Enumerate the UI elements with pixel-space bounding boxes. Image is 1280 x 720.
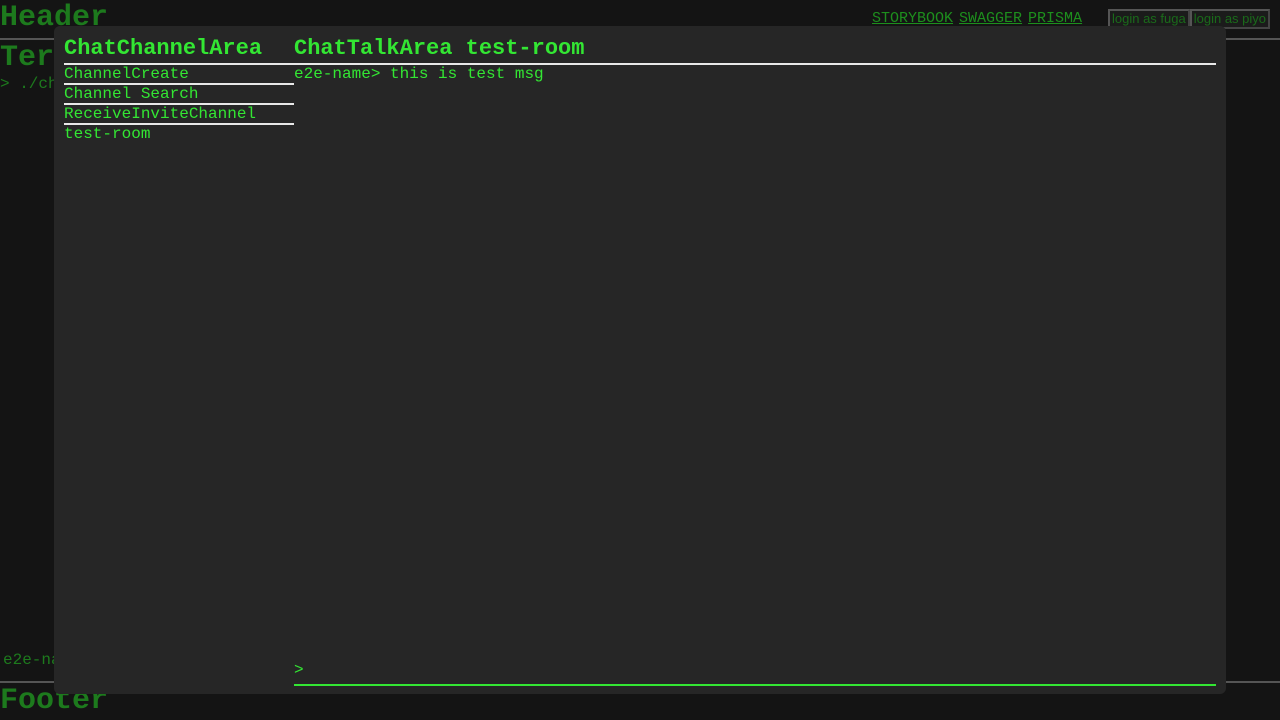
channel-area-title: ChatChannelArea (64, 36, 263, 61)
receive-invite-channel-item[interactable]: ReceiveInviteChannel (64, 105, 294, 125)
prisma-link[interactable]: PRISMA (1028, 10, 1082, 27)
top-links: STORYBOOK SWAGGER PRISMA (872, 10, 1082, 27)
chat-input-row: > (294, 656, 1216, 686)
chat-message: e2e-name> this is test msg (294, 65, 544, 83)
chat-message-input[interactable] (303, 660, 1216, 680)
channel-search-item[interactable]: Channel Search (64, 85, 294, 105)
talk-area-title: ChatTalkArea test-room (294, 36, 585, 61)
chat-talk-area: ChatTalkArea test-room e2e-name> this is… (294, 36, 1216, 686)
chat-modal: ChatChannelArea ChannelCreate Channel Se… (54, 26, 1226, 694)
chat-channel-area: ChatChannelArea ChannelCreate Channel Se… (64, 36, 294, 686)
channel-create-item[interactable]: ChannelCreate (64, 65, 294, 85)
channel-item-test-room[interactable]: test-room (64, 125, 294, 143)
swagger-link[interactable]: SWAGGER (959, 10, 1022, 27)
channel-list: ChannelCreate Channel Search ReceiveInvi… (64, 63, 294, 143)
input-prompt: > (294, 661, 304, 679)
storybook-link[interactable]: STORYBOOK (872, 10, 953, 27)
